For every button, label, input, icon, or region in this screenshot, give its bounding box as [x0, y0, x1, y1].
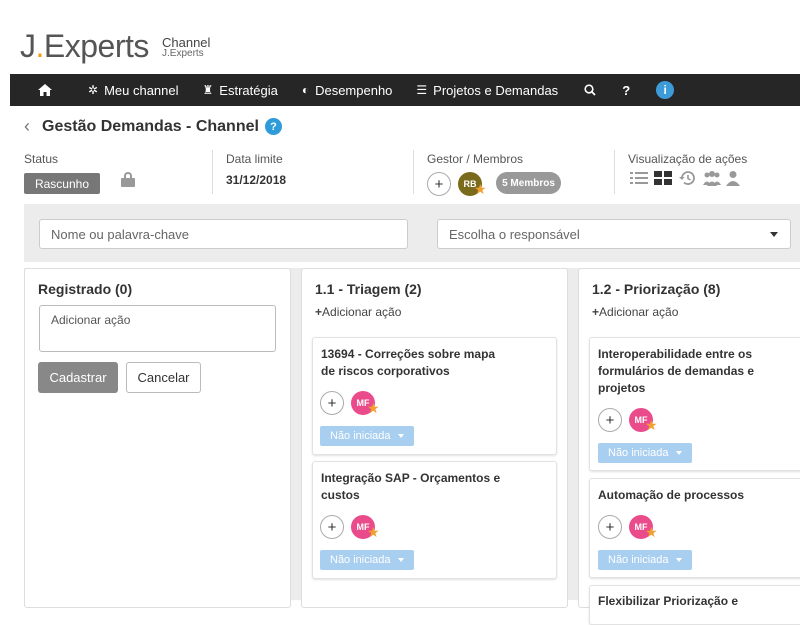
- status-label: Status: [24, 152, 59, 166]
- add-action-link[interactable]: +Adicionar ação: [315, 305, 401, 319]
- star-icon: ★: [367, 400, 380, 416]
- team-icon[interactable]: [702, 170, 721, 186]
- help-nav-button[interactable]: ?: [610, 74, 642, 106]
- add-member-button[interactable]: +: [427, 172, 451, 196]
- status-label: Não iniciada: [608, 554, 669, 566]
- card-title: Flexibilizar Priorização e: [598, 594, 739, 608]
- nav-label: Meu channel: [104, 82, 179, 98]
- nav-label: Estratégia: [219, 82, 278, 98]
- gear-icon: ✲: [88, 83, 99, 97]
- status-dropdown[interactable]: Não iniciada: [320, 426, 414, 446]
- status-label: Não iniciada: [330, 430, 391, 442]
- add-action-label: Adicionar ação: [322, 305, 402, 319]
- star-icon: ★: [645, 524, 658, 540]
- home-icon[interactable]: [10, 74, 76, 106]
- members-badge[interactable]: 5 Membros: [496, 172, 561, 194]
- divider: [614, 150, 615, 194]
- date-label: Data limite: [226, 152, 283, 166]
- nav-meu-channel[interactable]: ✲ Meu channel: [76, 74, 191, 106]
- card-title: Integração SAP - Orçamentos e custos: [321, 471, 501, 502]
- list-view-icon[interactable]: [630, 170, 648, 186]
- status-label: Não iniciada: [330, 554, 391, 566]
- gestor-label: Gestor / Membros: [427, 152, 524, 166]
- search-input[interactable]: [39, 219, 408, 249]
- info-icon[interactable]: i: [656, 81, 675, 99]
- plus-icon: +: [592, 305, 600, 319]
- page-header: ‹ Gestão Demandas - Channel ?: [24, 116, 282, 137]
- column-title: 1.1 - Triagem (2): [315, 281, 422, 297]
- column-title: 1.2 - Priorização (8): [592, 281, 721, 297]
- add-responsible-button[interactable]: +: [598, 515, 622, 539]
- card-title: Interoperabilidade entre os formulários d…: [598, 347, 755, 395]
- brand-sub-company: J.Experts: [162, 48, 204, 59]
- caret-down-icon: [675, 558, 682, 562]
- nav-estrategia[interactable]: ♜ Estratégia: [191, 74, 290, 106]
- caret-down-icon: [397, 434, 404, 438]
- history-icon[interactable]: [678, 170, 696, 186]
- add-responsible-button[interactable]: +: [598, 408, 622, 432]
- help-icon[interactable]: ?: [264, 118, 282, 135]
- card-title: 13694 - Correções sobre mapa de riscos co…: [321, 347, 496, 378]
- card-title: Automação de processos: [598, 488, 745, 502]
- status-dropdown[interactable]: Não iniciada: [320, 550, 414, 570]
- viz-label: Visualização de ações: [628, 152, 748, 166]
- page-title: Gestão Demandas - Channel: [42, 117, 259, 135]
- responsavel-select[interactable]: Escolha o responsável: [437, 219, 791, 249]
- star-icon: ★: [367, 524, 380, 540]
- nav-label: Desempenho: [315, 82, 393, 98]
- status-dropdown[interactable]: Não iniciada: [598, 550, 692, 570]
- lock-icon: [121, 172, 135, 188]
- caret-down-icon: [675, 451, 682, 455]
- status-dropdown[interactable]: Não iniciada: [598, 443, 692, 463]
- back-chevron-icon[interactable]: ‹: [24, 116, 30, 137]
- add-action-label: Adicionar ação: [599, 305, 679, 319]
- cancel-button[interactable]: Cancelar: [126, 362, 201, 393]
- status-label: Não iniciada: [608, 447, 669, 459]
- search-icon[interactable]: [570, 74, 610, 106]
- select-placeholder: Escolha o responsável: [449, 226, 580, 242]
- top-navbar: ✲ Meu channel ♜ Estratégia ◐ Desempenho …: [10, 74, 800, 106]
- brand-subtitle: Channel J.Experts: [162, 36, 210, 59]
- add-responsible-button[interactable]: +: [320, 515, 344, 539]
- list-icon: ☰: [416, 83, 428, 97]
- star-icon: ★: [645, 417, 658, 433]
- column-title: Registrado (0): [38, 281, 133, 297]
- user-icon[interactable]: [726, 170, 744, 186]
- nav-label: Projetos e Demandas: [433, 82, 559, 98]
- pie-chart-icon: ◐: [301, 83, 310, 97]
- add-action-textarea[interactable]: [39, 305, 276, 352]
- grid-view-icon[interactable]: [654, 170, 672, 186]
- plus-icon: +: [315, 305, 323, 319]
- nav-desempenho[interactable]: ◐ Desempenho: [290, 74, 405, 106]
- divider: [413, 150, 414, 194]
- add-responsible-button[interactable]: +: [320, 391, 344, 415]
- caret-down-icon: [397, 558, 404, 562]
- brand-logo: J.Experts: [20, 28, 149, 64]
- viz-toggle-group: [630, 170, 744, 186]
- divider: [212, 150, 213, 194]
- star-icon: ★: [474, 181, 487, 197]
- add-action-link[interactable]: +Adicionar ação: [592, 305, 678, 319]
- status-badge: Rascunho: [24, 173, 100, 194]
- nav-projetos-demandas[interactable]: ☰ Projetos e Demandas: [404, 74, 570, 106]
- date-value: 31/12/2018: [226, 173, 287, 187]
- caret-down-icon: [770, 232, 778, 237]
- chess-rook-icon: ♜: [202, 83, 214, 97]
- cadastrar-button[interactable]: Cadastrar: [38, 362, 118, 393]
